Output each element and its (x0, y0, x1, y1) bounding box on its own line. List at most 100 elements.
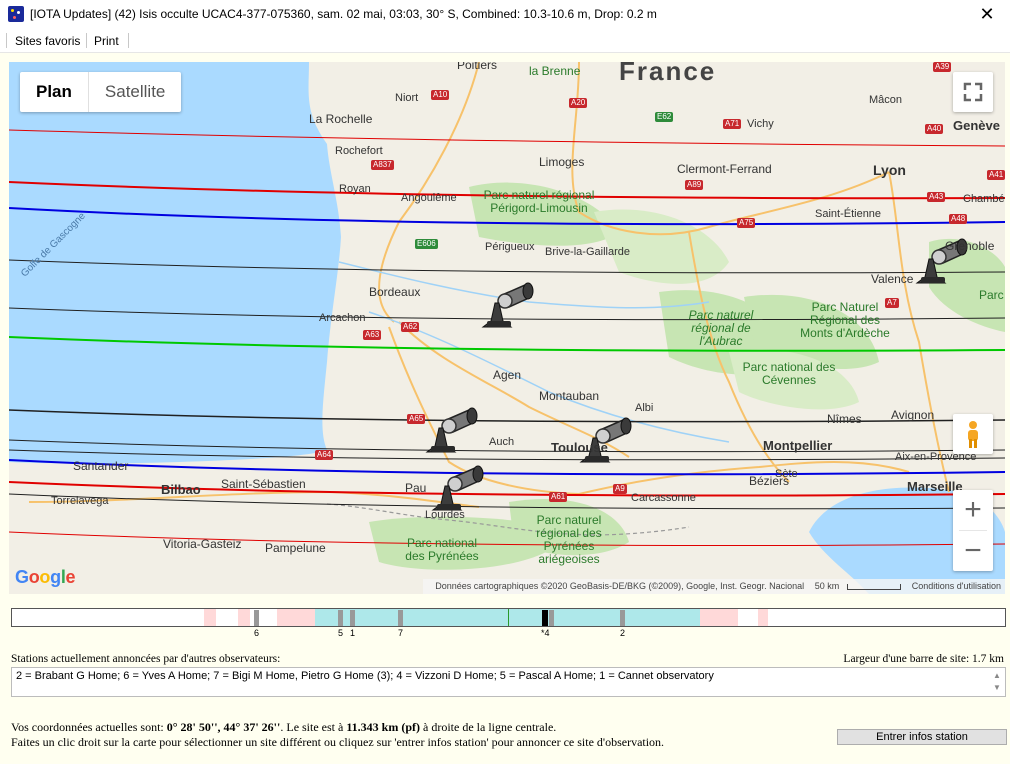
stations-label: Stations actuellement annoncées par d'au… (11, 653, 281, 665)
entrer-infos-station-button[interactable]: Entrer infos station (837, 729, 1007, 745)
timeline-tick-label: 5 (338, 628, 344, 638)
place-label: Parc naturel régional Périgord-Limousin (483, 188, 595, 215)
timeline-segment (204, 609, 216, 626)
menu-bar: Sites favoris Print (0, 30, 1010, 53)
place-label: Parc national des Pyrénées (405, 536, 479, 563)
menu-print[interactable]: Print (94, 34, 119, 48)
bar-width-label: Largeur d'une barre de site: 1.7 km (843, 653, 1004, 665)
place-label: Auch (489, 436, 515, 448)
timeline-tick-label: 7 (398, 628, 404, 638)
map-type-plan-button[interactable]: Plan (20, 72, 88, 112)
fullscreen-button[interactable] (953, 72, 993, 112)
instruction-text: Faites un clic droit sur la carte pour s… (11, 735, 665, 749)
place-label: la Brenne (529, 64, 581, 78)
terms-link[interactable]: Conditions d'utilisation (912, 581, 1001, 591)
stations-list-text: 2 = Brabant G Home; 6 = Yves A Home; 7 =… (16, 670, 714, 682)
zoom-in-button[interactable]: + (953, 490, 993, 530)
place-label: Mâcon (869, 94, 903, 106)
place-label: Montpellier (763, 438, 833, 453)
station-timeline[interactable] (11, 608, 1006, 627)
place-label: Parc (979, 288, 1004, 302)
place-label: Périgueux (485, 241, 535, 253)
stations-list-textbox[interactable]: 2 = Brabant G Home; 6 = Yves A Home; 7 =… (11, 667, 1006, 697)
place-label: Pau (405, 481, 427, 495)
window-title: [IOTA Updates] (42) Isis occulte UCAC4-3… (30, 7, 657, 21)
country-label: France (619, 62, 717, 86)
timeline-tick-label: 1 (350, 628, 356, 638)
place-label: Santander (73, 459, 129, 473)
map-type-control: Plan Satellite (20, 72, 182, 112)
map-type-satellite-button[interactable]: Satellite (87, 72, 181, 112)
place-label: Pampelune (265, 541, 326, 555)
place-label: Béziers (749, 474, 790, 488)
menu-separator (86, 33, 87, 48)
timeline-segment (700, 609, 738, 626)
place-label: Angoulême (401, 192, 457, 204)
map-attribution: Données cartographiques ©2020 GeoBasis-D… (423, 579, 1005, 594)
scale-label: 50 km (814, 581, 840, 591)
place-label: Limoges (539, 155, 585, 169)
place-label: La Rochelle (309, 112, 373, 126)
place-label: Parc national des Cévennes (742, 360, 836, 387)
place-label: Clermont-Ferrand (677, 162, 772, 176)
coordinates-info: Vos coordonnées actuelles sont: 0° 28' 5… (11, 720, 664, 750)
place-label: Vitoria-Gasteiz (163, 537, 242, 551)
menu-separator (6, 33, 7, 48)
menu-separator (128, 33, 129, 48)
place-label: Lourdes (425, 509, 465, 521)
timeline-tick-label: 2 (620, 628, 626, 638)
place-label: Bordeaux (369, 285, 421, 299)
timeline-tick[interactable] (398, 610, 403, 626)
place-label: Parc naturel régional des Pyrénées ariég… (536, 513, 602, 566)
coords-value: 0° 28' 50'', 44° 37' 26'' (166, 720, 281, 734)
place-label: Genève (953, 118, 1000, 133)
place-label: Chambé (963, 193, 1005, 205)
google-logo: Google (15, 567, 76, 587)
place-label: Poitiers (457, 62, 498, 72)
app-icon (8, 6, 24, 22)
coordinates-line: Vos coordonnées actuelles sont: 0° 28' 5… (11, 720, 664, 735)
menu-sites-favoris[interactable]: Sites favoris (15, 34, 80, 48)
place-label: Parc naturel régional de l'Aubrac (688, 308, 754, 348)
fullscreen-icon (963, 82, 983, 102)
place-label: Albi (635, 402, 654, 414)
map-view[interactable]: A10 A20 E62 A71 A39 A40 A837 A89 A41 A43 A48 E606 A7… (9, 62, 1005, 594)
street-view-button[interactable] (953, 414, 993, 454)
scroll-up-icon[interactable]: ▲ (991, 670, 1003, 682)
place-label: Golfe de Gascogne (19, 210, 88, 280)
timeline-tick[interactable] (254, 610, 259, 626)
place-label: Arcachon (319, 312, 366, 324)
timeline-tick-current[interactable] (542, 610, 548, 626)
timeline-tick[interactable] (549, 610, 554, 626)
coords-mid: . Le site est à (280, 720, 347, 734)
timeline-segment (277, 609, 315, 626)
map-labels: France Poitiers la Brenne Niort La Roche… (9, 62, 1005, 594)
zoom-out-button[interactable]: − (953, 531, 993, 571)
timeline-tick[interactable] (350, 610, 355, 626)
place-label: Vichy (747, 118, 774, 130)
timeline-segment (238, 609, 250, 626)
timeline-tick[interactable] (620, 610, 625, 626)
place-label: Grenoble (945, 239, 995, 253)
place-label: Niort (395, 92, 419, 104)
timeline-segment (758, 609, 768, 626)
coords-prefix: Vos coordonnées actuelles sont: (11, 720, 167, 734)
zoom-control: + − (953, 490, 993, 571)
distance-value: 11.343 km (pf) (346, 720, 421, 734)
timeline-tick-label: *4 (541, 628, 550, 638)
place-label: Lyon (873, 162, 906, 178)
place-label: Bilbao (161, 482, 201, 497)
timeline-tick[interactable] (338, 610, 343, 626)
place-label: Brive-la-Gaillarde (545, 246, 630, 258)
place-label: Nîmes (827, 412, 862, 426)
close-button[interactable]: ✕ (964, 0, 1010, 30)
place-label: Royan (339, 183, 371, 195)
scrollbar[interactable]: ▲ ▼ (991, 670, 1003, 694)
place-label: Agen (493, 368, 522, 382)
attribution-data[interactable]: Données cartographiques ©2020 GeoBasis-D… (435, 581, 804, 591)
place-label: Rochefort (335, 145, 383, 157)
place-label: Torrelavega (51, 495, 109, 507)
scroll-down-icon[interactable]: ▼ (991, 682, 1003, 694)
place-label: Saint-Sébastien (221, 477, 306, 491)
timeline-tick-label: 6 (254, 628, 260, 638)
